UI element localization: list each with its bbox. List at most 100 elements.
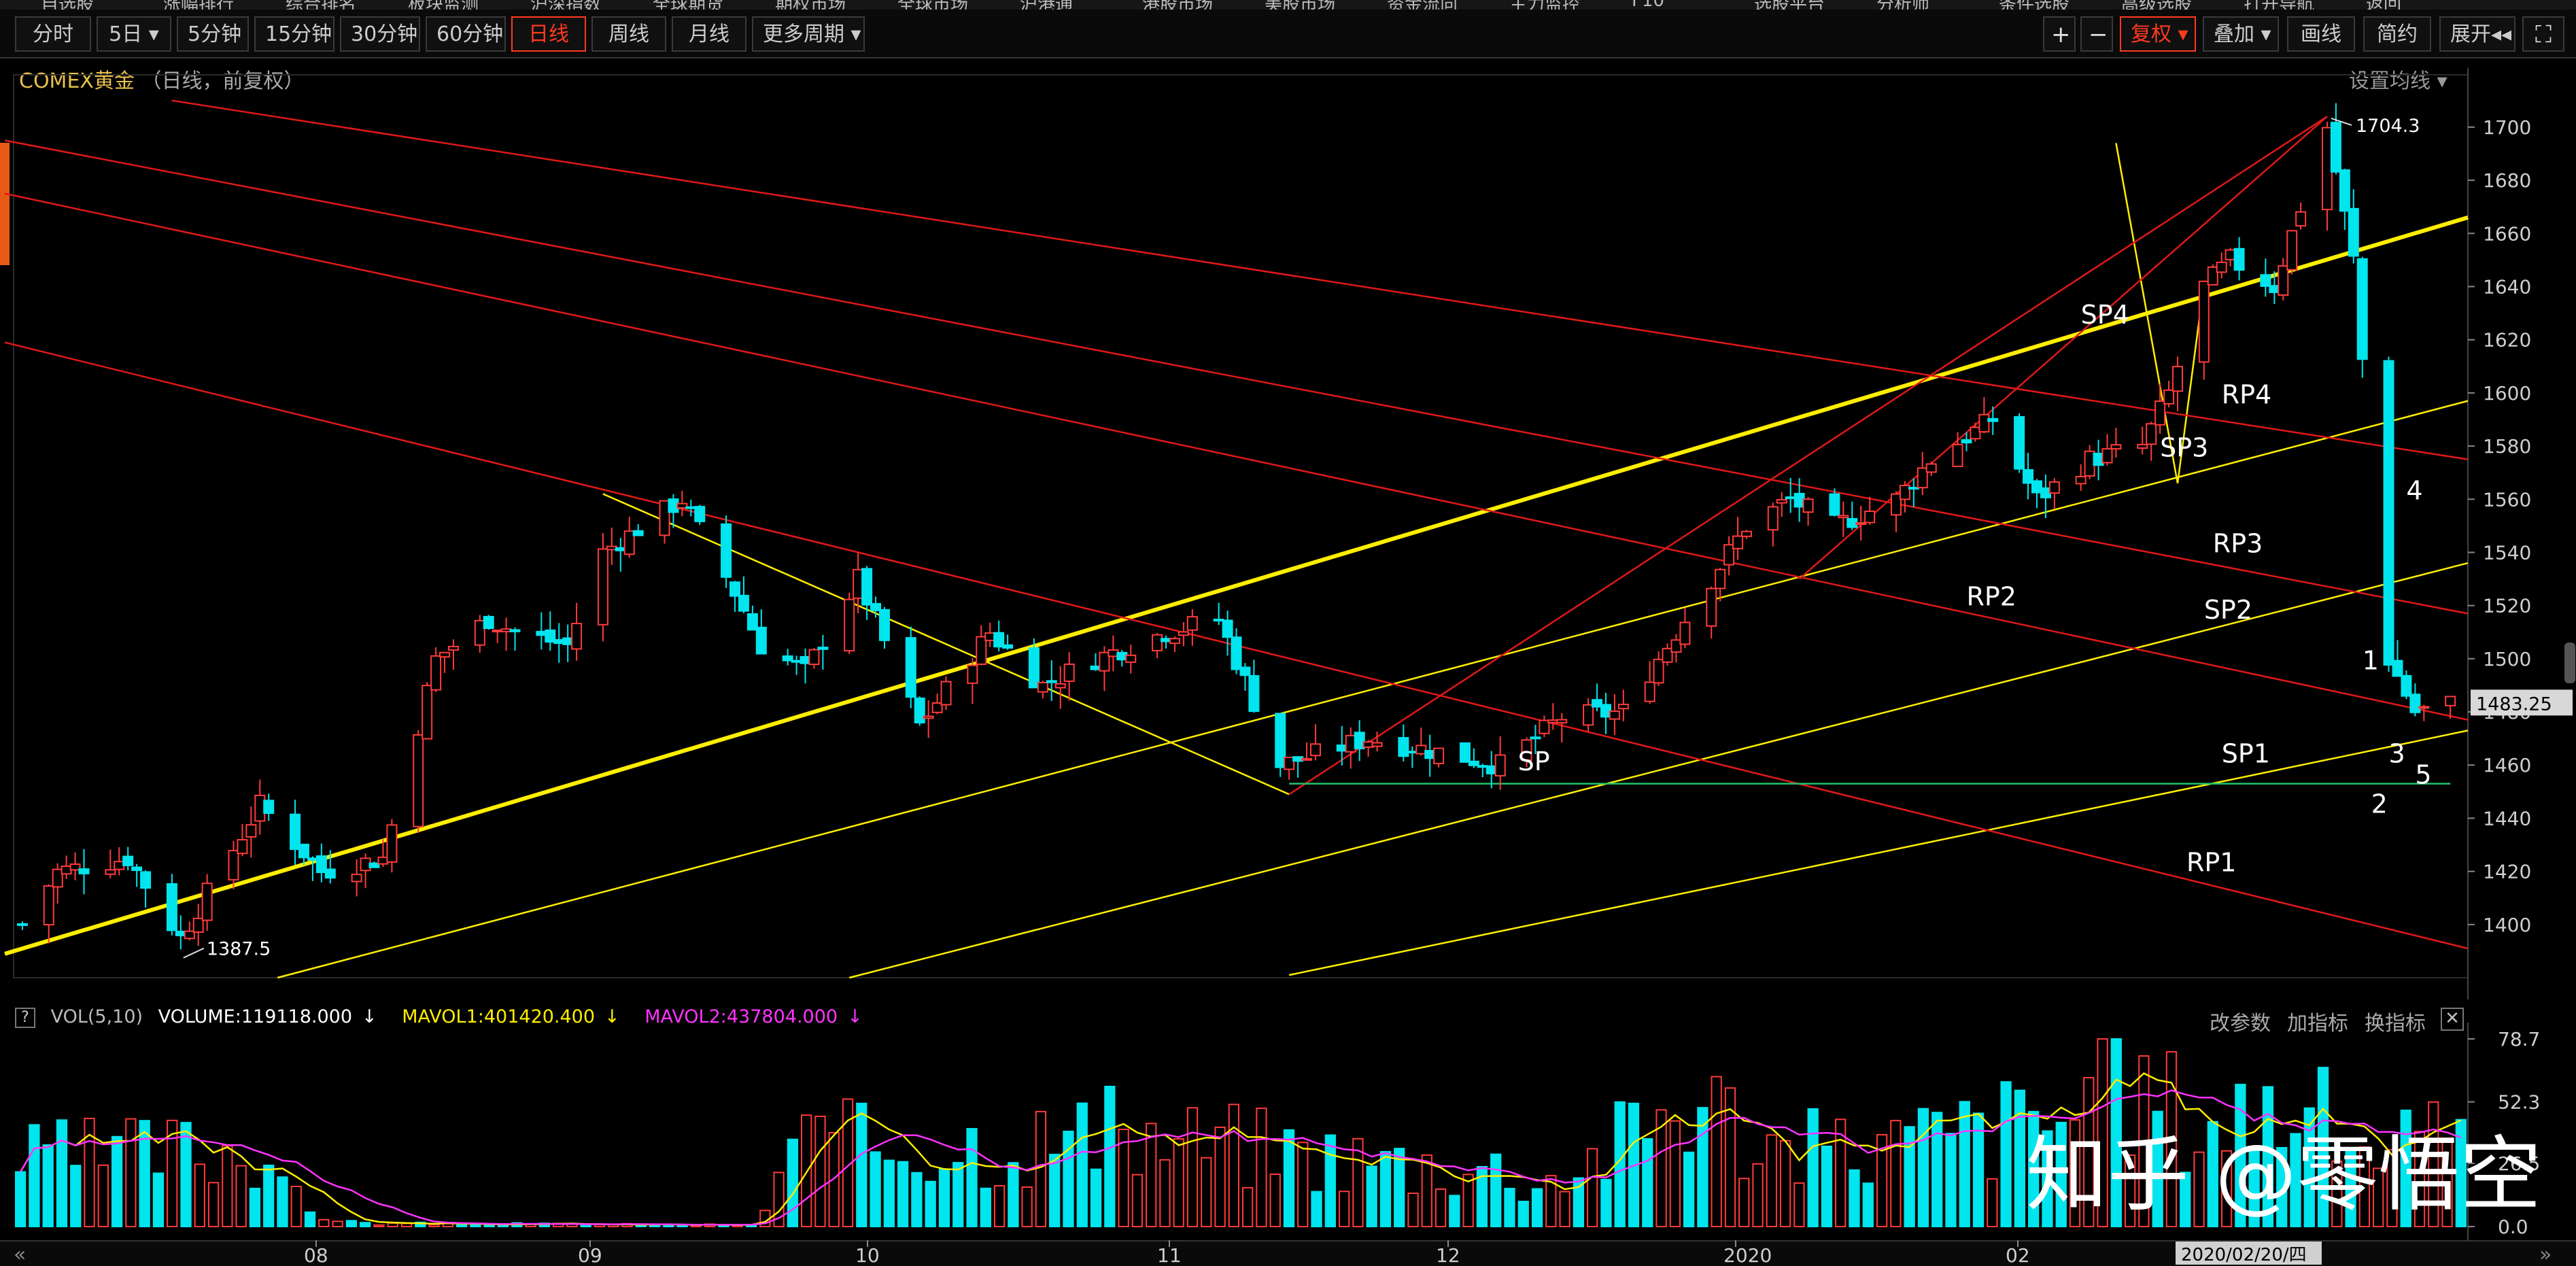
volume-bar: [787, 1138, 799, 1227]
candle-body: [861, 568, 873, 606]
candle-body: [1275, 713, 1286, 768]
candle-body: [2075, 476, 2086, 485]
candle-body: [2278, 265, 2289, 296]
volume-bar: [1600, 1178, 1612, 1228]
annotation-label: 1: [2363, 645, 2379, 675]
candle-body: [1063, 663, 1075, 682]
candle-body: [2269, 285, 2280, 294]
candle-body: [315, 855, 327, 874]
y-tick-label: 1460: [2483, 754, 2531, 776]
candle-body: [1592, 699, 1603, 708]
candle-body: [1284, 756, 1295, 770]
trendline-red-12[interactable]: [1798, 116, 2328, 580]
volume-bar: [42, 1144, 54, 1227]
candle-body: [1054, 683, 1066, 689]
candle-body: [307, 857, 318, 861]
candle-body: [2445, 696, 2456, 706]
candle-body: [2154, 400, 2166, 426]
candle-body: [1090, 665, 1101, 670]
trendline-yellow-2[interactable]: [848, 562, 2469, 979]
candle-body: [140, 871, 152, 889]
trendline-yellow-3[interactable]: [1288, 730, 2469, 976]
candle-body: [1336, 745, 1347, 752]
high-marker: 1704.3: [2356, 116, 2420, 137]
trendline-red-7[interactable]: [171, 99, 2469, 460]
volume-tick-label: 78.7: [2498, 1028, 2540, 1050]
candle-body: [2260, 274, 2271, 287]
volume-bar: [1959, 1101, 1970, 1227]
candle-body: [1847, 517, 1858, 528]
volume-bar: [1214, 1126, 1226, 1227]
candle-body: [870, 602, 882, 611]
candle-body: [1459, 742, 1471, 763]
candle-body: [2295, 211, 2307, 227]
candle-body: [1468, 760, 1479, 766]
volume-bar: [1559, 1191, 1570, 1227]
candle-body: [1547, 719, 1559, 723]
volume-bar: [1407, 1193, 1419, 1227]
x-tick-label: 2020: [1723, 1244, 1772, 1266]
candle-body: [668, 498, 679, 513]
candle-body: [483, 615, 494, 630]
volume-bar: [1752, 1163, 1764, 1227]
x-tick-label: 11: [1157, 1244, 1182, 1266]
volume-bar: [125, 1118, 137, 1227]
trendline-yellow-1[interactable]: [277, 400, 2469, 979]
volume-bar: [180, 1122, 192, 1227]
candle-body: [2093, 452, 2104, 466]
candle-body: [1371, 742, 1383, 747]
volume-bar: [1435, 1188, 1447, 1227]
candle-body: [1186, 616, 1198, 631]
x-tick-label: 10: [855, 1244, 880, 1266]
y-tick-label: 1600: [2483, 382, 2531, 405]
candle-body: [1539, 719, 1550, 734]
candle-body: [290, 813, 301, 851]
candle-body: [2110, 444, 2122, 450]
volume-bar: [360, 1222, 371, 1228]
y-tick-label: 1440: [2483, 807, 2531, 829]
volume-bar: [1642, 1137, 1653, 1227]
candle-body: [263, 800, 275, 815]
candle-body: [1231, 636, 1242, 670]
candle-body: [105, 869, 116, 875]
candle-body: [2084, 450, 2095, 477]
candle-body: [553, 638, 565, 645]
trendline-yellow-4[interactable]: [602, 493, 1290, 795]
candle-body: [2146, 423, 2157, 445]
y-tick-label: 1580: [2483, 435, 2531, 458]
volume-bar: [1021, 1186, 1033, 1227]
candle-body: [1116, 651, 1128, 661]
candle-body: [351, 874, 362, 883]
candle-body: [245, 824, 257, 838]
candle-body: [817, 647, 829, 650]
candle-body: [2101, 448, 2113, 464]
y-tick-label: 1620: [2483, 329, 2531, 352]
candle-body: [1161, 638, 1172, 643]
volume-bar: [277, 1176, 288, 1227]
volume-bar: [456, 1224, 468, 1227]
candle-body: [492, 630, 503, 633]
candle-body: [2418, 706, 2430, 709]
trendline-red-8[interactable]: [4, 139, 2469, 615]
candle-body: [166, 883, 177, 931]
candle-body: [1486, 765, 1497, 774]
volume-bar: [1173, 1138, 1184, 1227]
candle-body: [298, 843, 309, 859]
candle-body: [1925, 463, 1937, 473]
volume-bar: [1090, 1168, 1102, 1227]
volume-bar: [1186, 1107, 1199, 1227]
volume-bar: [1297, 1142, 1309, 1227]
volume-bar: [1338, 1191, 1350, 1227]
volume-bar: [1035, 1110, 1047, 1227]
volume-bar: [1807, 1108, 1819, 1228]
volume-bar: [1987, 1178, 1998, 1227]
candle-body: [1292, 756, 1304, 762]
volume-bar: [1379, 1150, 1392, 1227]
volume-bar: [1201, 1157, 1212, 1227]
candle-body: [844, 598, 855, 652]
annotation-label: SP: [1518, 747, 1550, 776]
annotation-label: RP2: [1966, 582, 2016, 612]
volume-bar: [1821, 1146, 1833, 1228]
price-chart[interactable]: 1700 1680 1660 1640 1620 1600 1580 1560 1540 1520…: [0, 0, 2576, 999]
x-tick-label: 12: [1436, 1244, 1460, 1266]
